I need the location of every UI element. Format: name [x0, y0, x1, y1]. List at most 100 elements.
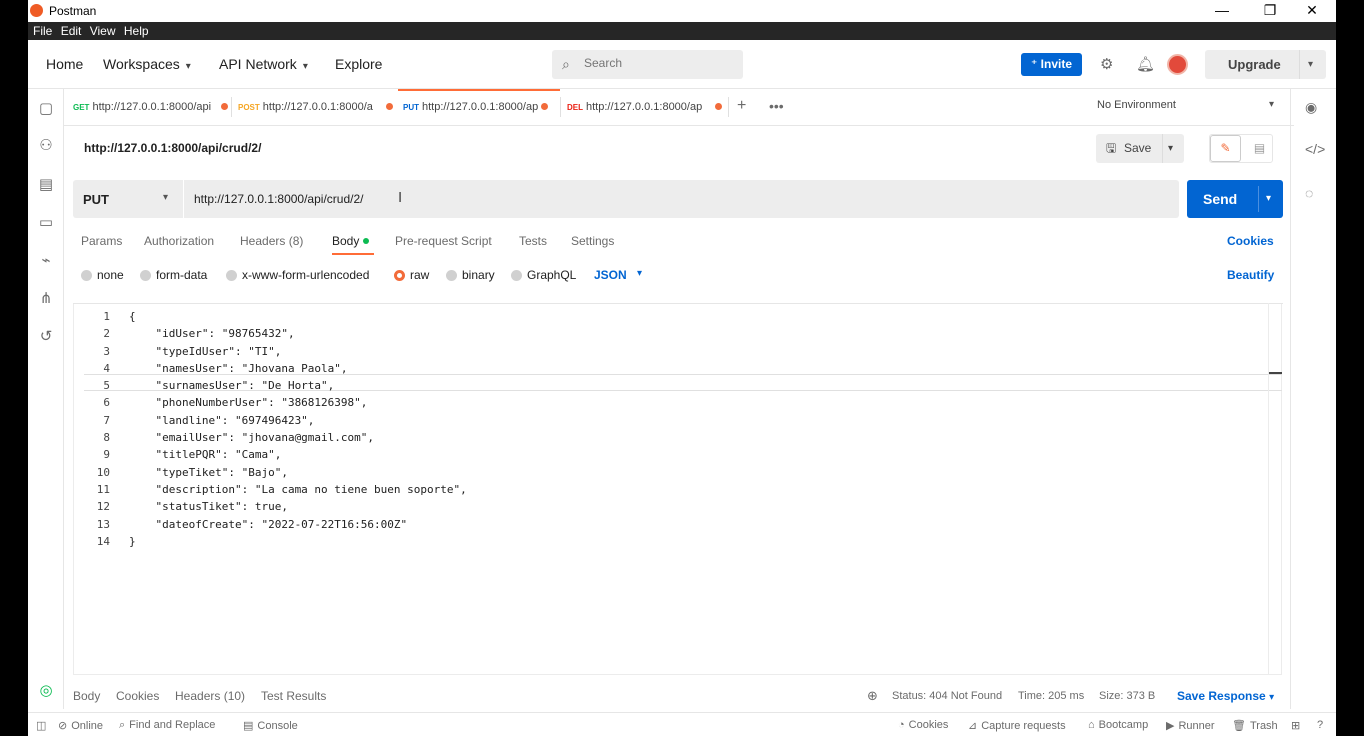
online-status[interactable]: ⊘ Online	[58, 719, 103, 732]
tab-del[interactable]: DEL http://127.0.0.1:8000/ap	[567, 89, 727, 125]
radio-none-label[interactable]: none	[97, 268, 124, 282]
beautify-link[interactable]: Beautify	[1227, 268, 1274, 282]
sync-status-icon[interactable]: ◎	[38, 681, 54, 699]
cookies-button[interactable]: ◔ Cookies	[898, 719, 948, 731]
menu-view[interactable]: View	[85, 22, 116, 38]
code-line[interactable]: "titlePQR": "Cama",	[129, 446, 467, 463]
monitors-icon[interactable]: ⌁	[38, 251, 54, 269]
code-line[interactable]: "landline": "697496423",	[129, 412, 467, 429]
history-icon[interactable]: ↺	[38, 327, 54, 345]
code-line[interactable]: "emailUser": "jhovana@gmail.com",	[129, 429, 467, 446]
send-button[interactable]: Send ▾	[1187, 180, 1283, 218]
mock-servers-icon[interactable]: ▭	[38, 213, 54, 231]
response-tab-headers[interactable]: Headers (10)	[175, 689, 245, 703]
console-button[interactable]: ▤ Console	[243, 719, 298, 732]
radio-binary-label[interactable]: binary	[462, 268, 495, 282]
response-status[interactable]: Status: 404 Not Found	[892, 690, 1002, 702]
radio-x-www-form-urlencoded[interactable]	[226, 270, 237, 281]
menu-help[interactable]: Help	[119, 22, 149, 38]
response-size[interactable]: Size: 373 B	[1099, 690, 1155, 702]
bootcamp-button[interactable]: ⌂ Bootcamp	[1088, 719, 1148, 731]
tab-tests[interactable]: Tests	[519, 234, 547, 248]
chevron-down-icon[interactable]: ▾	[1266, 180, 1271, 218]
radio-binary[interactable]	[446, 270, 457, 281]
globe-icon[interactable]: ⊕	[867, 688, 878, 704]
code-line[interactable]: "surnamesUser": "De Horta",	[129, 377, 467, 394]
nav-home[interactable]: Home	[46, 56, 83, 72]
code-line[interactable]: "dateofCreate": "2022-07-22T16:56:00Z"	[129, 516, 467, 533]
code-line[interactable]: "idUser": "98765432",	[129, 325, 467, 342]
tab-put[interactable]: PUT http://127.0.0.1:8000/ap	[398, 89, 560, 125]
tab-pre-request-script[interactable]: Pre-request Script	[395, 234, 492, 248]
sidebar-toggle-icon[interactable]: ◫	[36, 719, 46, 732]
code-icon[interactable]: </>	[1305, 141, 1325, 157]
radio-raw-label[interactable]: raw	[410, 268, 429, 282]
cookies-link[interactable]: Cookies	[1227, 234, 1274, 248]
nav-workspaces[interactable]: Workspaces ▾	[103, 56, 191, 72]
radio-form-data-label[interactable]: form-data	[156, 268, 207, 282]
chevron-down-icon[interactable]: ▾	[1269, 99, 1274, 110]
method-selector[interactable]: PUT	[83, 192, 109, 207]
code-line[interactable]: "typeIdUser": "TI",	[129, 343, 467, 360]
user-avatar[interactable]	[1167, 54, 1188, 75]
minimize-button[interactable]: —	[1202, 0, 1242, 22]
eye-icon[interactable]: ◉	[1305, 99, 1317, 116]
save-response-button[interactable]: Save Response ▾	[1177, 689, 1274, 703]
collections-icon[interactable]: ▢	[38, 99, 54, 117]
tab-authorization[interactable]: Authorization	[144, 234, 214, 248]
edit-pencil-icon[interactable]: ✎	[1210, 135, 1241, 162]
response-time[interactable]: Time: 205 ms	[1018, 690, 1084, 702]
notifications-bell-icon[interactable]: 🔔︎	[1136, 55, 1155, 73]
apis-icon[interactable]: ⚇	[38, 136, 54, 154]
menu-file[interactable]: File	[28, 22, 52, 38]
nav-api-network[interactable]: API Network ▾	[219, 56, 308, 72]
code-lines[interactable]: { "idUser": "98765432", "typeIdUser": "T…	[129, 308, 467, 550]
restore-button[interactable]: ❐	[1250, 0, 1290, 22]
format-selector[interactable]: JSON	[594, 268, 627, 282]
tab-get[interactable]: GET http://127.0.0.1:8000/api	[73, 89, 233, 125]
radio-graphql-label[interactable]: GraphQL	[527, 268, 576, 282]
chevron-down-icon[interactable]: ▾	[1308, 50, 1313, 79]
editor-scrollbar[interactable]	[1268, 303, 1282, 675]
response-tab-cookies[interactable]: Cookies	[116, 689, 159, 703]
lightbulb-icon[interactable]: ◌	[1305, 185, 1313, 201]
search-input[interactable]	[584, 56, 734, 70]
code-editor[interactable]: 1 2 3 4 5 6 7 8 9 10 11 12 13 14 { "idUs…	[73, 303, 1283, 675]
flows-icon[interactable]: ⋔	[38, 289, 54, 307]
tab-params[interactable]: Params	[81, 234, 122, 248]
radio-raw[interactable]	[394, 270, 405, 281]
documentation-icon[interactable]: ▤	[1247, 135, 1272, 162]
menu-edit[interactable]: Edit	[56, 22, 82, 38]
chevron-down-icon[interactable]: ▾	[637, 268, 642, 279]
settings-gear-icon[interactable]: ⚙	[1100, 55, 1113, 73]
radio-none[interactable]	[81, 270, 92, 281]
save-button[interactable]: 🖫 Save ▾	[1096, 134, 1184, 163]
layout-toggle-icon[interactable]: ⊞	[1291, 719, 1300, 732]
code-line[interactable]: "namesUser": "Jhovana Paola",	[129, 360, 467, 377]
environments-icon[interactable]: ▤	[38, 175, 54, 193]
request-title[interactable]: http://127.0.0.1:8000/api/crud/2/	[84, 141, 261, 155]
capture-requests-button[interactable]: ⊿ Capture requests	[968, 719, 1066, 732]
radio-x-www-form-urlencoded-label[interactable]: x-www-form-urlencoded	[242, 268, 369, 282]
help-icon[interactable]: ?	[1317, 719, 1323, 731]
radio-form-data[interactable]	[140, 270, 151, 281]
tab-body[interactable]: Body	[332, 234, 370, 248]
nav-explore[interactable]: Explore	[335, 56, 382, 72]
find-replace-button[interactable]: ⌕ Find and Replace	[119, 719, 215, 732]
code-line[interactable]: "phoneNumberUser": "3868126398",	[129, 394, 467, 411]
response-tab-body[interactable]: Body	[73, 689, 100, 703]
runner-button[interactable]: ▶ Runner	[1166, 719, 1215, 732]
close-button[interactable]: ✕	[1292, 0, 1332, 22]
environment-selector[interactable]: No Environment	[1097, 99, 1176, 111]
radio-graphql[interactable]	[511, 270, 522, 281]
code-line[interactable]: "statusTiket": true,	[129, 498, 467, 515]
code-line[interactable]: }	[129, 533, 467, 550]
search-box[interactable]: ⌕	[552, 50, 743, 79]
chevron-down-icon[interactable]: ▾	[163, 192, 168, 203]
more-tabs-icon[interactable]: •••	[769, 98, 784, 114]
upgrade-button[interactable]: Upgrade ▾	[1205, 50, 1326, 79]
tab-settings[interactable]: Settings	[571, 234, 614, 248]
chevron-down-icon[interactable]: ▾	[1168, 134, 1173, 163]
code-line[interactable]: "typeTiket": "Bajo",	[129, 464, 467, 481]
code-line[interactable]: {	[129, 308, 467, 325]
